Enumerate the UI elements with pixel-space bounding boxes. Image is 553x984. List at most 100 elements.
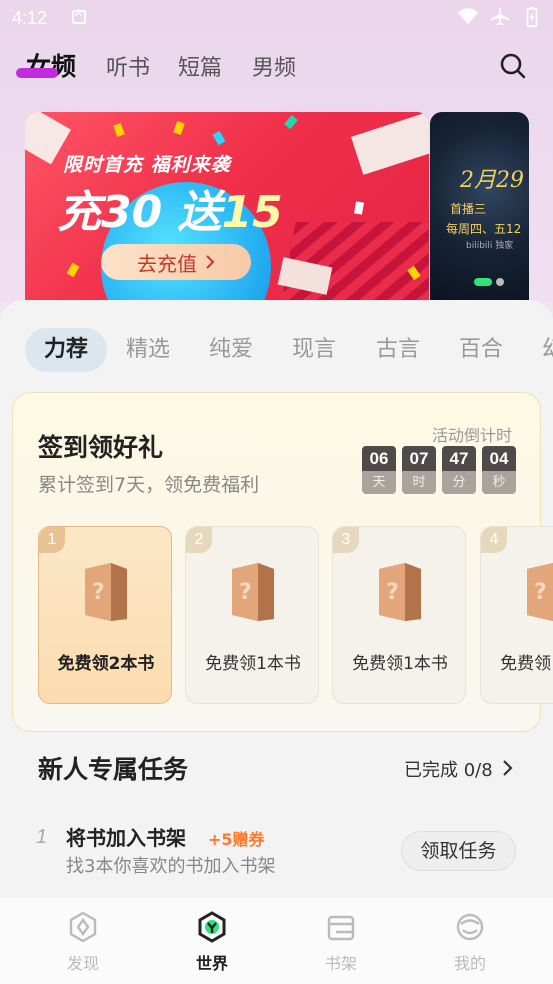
tab-short-story[interactable]: 短篇 [178,50,222,82]
countdown-unit: 分 [442,471,476,494]
banner-offer-amount: 30 [101,187,163,238]
profile-icon [456,913,484,941]
nav-label: 发现 [66,954,99,973]
svg-text:?: ? [92,580,105,605]
confetti [354,201,364,215]
confetti [173,120,185,136]
bookshelf-icon [327,915,355,941]
status-icons [457,6,543,28]
tab-male[interactable]: 男频 [252,50,296,82]
task-description: 找3本你喜欢的书加入书架 [66,856,276,877]
category-tab-ancient[interactable]: 古言 [376,334,420,366]
mystery-book-icon: ? [527,563,553,621]
nav-label: 书架 [324,954,357,973]
countdown-value: 47 [442,446,476,471]
banner-headline: 限时首充 福利来袭 [63,154,231,176]
gift-card[interactable]: 1 ? 免费领2本书 [38,526,172,704]
category-tab-fantasy[interactable]: 幻 [542,334,553,366]
carousel-dot [496,278,504,286]
wifi-icon [457,8,479,25]
task-name: 将书加入书架 [66,826,186,850]
countdown-hours: 07 时 [402,446,436,494]
active-tab-indicator [16,68,58,78]
gift-label: 免费领1本书 [205,654,301,674]
banner-offer-part: 充 [57,187,101,238]
mystery-book-icon: ? [85,563,127,621]
nav-discover[interactable]: 发现 [43,910,123,974]
category-tab-pure-love[interactable]: 纯爱 [209,334,253,366]
svg-text:?: ? [534,580,547,605]
countdown-minutes: 47 分 [442,446,476,494]
signin-title: 签到领好礼 [38,433,164,462]
status-time: 4:12 [12,8,48,28]
gift-day-index: 1 [39,527,65,553]
countdown-value: 06 [362,446,396,471]
countdown-unit: 天 [362,471,396,494]
nav-world[interactable]: 世界 [172,910,252,974]
svg-text:?: ? [386,580,399,605]
recharge-button[interactable]: 去充值 [101,244,251,280]
banner-offer-part: 送 [162,187,222,238]
nav-label: 世界 [195,954,228,973]
confetti [66,262,80,278]
claim-task-button[interactable]: 领取任务 [401,831,516,871]
mystery-book-icon: ? [232,563,274,621]
gift-day-index: 4 [481,527,507,553]
gift-card[interactable]: 2 ? 免费领1本书 [185,526,319,704]
nav-label: 我的 [453,954,486,973]
gift-label: 免费领1本书 [352,654,448,674]
banner2-title: 2月29 [460,168,524,193]
category-tab-selected[interactable]: 精选 [126,334,170,366]
banner2-subtitle: 首播三 [450,202,487,216]
confetti [113,122,125,138]
recharge-button-label: 去充值 [137,251,197,276]
nav-profile[interactable]: 我的 [430,910,510,974]
category-tab-modern[interactable]: 现言 [292,334,336,366]
countdown-value: 04 [482,446,516,471]
mystery-book-icon: ? [379,563,421,621]
battery-icon [526,6,538,28]
task-index: 1 [36,826,48,848]
gift-card[interactable]: 4 ? 免费领1本书 [480,526,553,704]
countdown-seconds: 04 秒 [482,446,516,494]
banner-decoration [351,112,429,175]
banner2-brand: bilibili 独家 [466,241,514,251]
banner2-schedule: 每周四、五12 [446,222,522,236]
signin-subtitle: 累计签到7天，领免费福利 [38,474,260,496]
nav-bookshelf[interactable]: 书架 [301,910,381,974]
notification-icon [72,8,86,24]
top-tab-bar: 女频 听书 短篇 男频 [0,40,553,94]
carousel-dot-active [474,278,492,286]
countdown-days: 06 天 [362,446,396,494]
gift-day-index: 2 [186,527,212,553]
confetti [284,114,298,130]
discover-icon [69,911,97,943]
gift-label: 免费领2本书 [57,654,155,674]
banner-offer-bonus: 15 [221,187,283,238]
search-icon[interactable] [499,52,527,80]
world-icon [198,911,226,943]
category-tab-gl[interactable]: 百合 [459,334,503,366]
countdown-value: 07 [402,446,436,471]
category-tab-bar: 力荐 精选 纯爱 现言 古言 百合 幻 [0,326,553,374]
promo-banner[interactable]: 限时首充 福利来袭 充30 送15 去充值 [25,112,429,304]
task-reward: +5赠券 [208,830,265,849]
status-bar: 4:12 [0,0,553,38]
svg-text:?: ? [239,580,252,605]
countdown-unit: 秒 [482,471,516,494]
task-section-title: 新人专属任务 [38,755,189,784]
gift-card[interactable]: 3 ? 免费领1本书 [332,526,466,704]
countdown-unit: 时 [402,471,436,494]
gift-label: 免费领1本书 [500,654,553,674]
task-progress-link[interactable]: 已完成 0/8 [404,756,493,782]
bottom-nav: 发现 世界 书架 我的 [0,898,553,984]
tab-audiobook[interactable]: 听书 [106,50,150,82]
carousel-indicator [474,278,504,286]
gift-day-index: 3 [333,527,359,553]
airplane-mode-icon [490,7,510,26]
confetti [212,130,226,146]
category-tab-recommended[interactable]: 力荐 [25,328,107,372]
countdown-label: 活动倒计时 [432,426,513,445]
promo-banner-next[interactable]: 2月29 首播三 每周四、五12 bilibili 独家 [430,112,529,304]
chevron-right-icon[interactable] [500,759,514,777]
